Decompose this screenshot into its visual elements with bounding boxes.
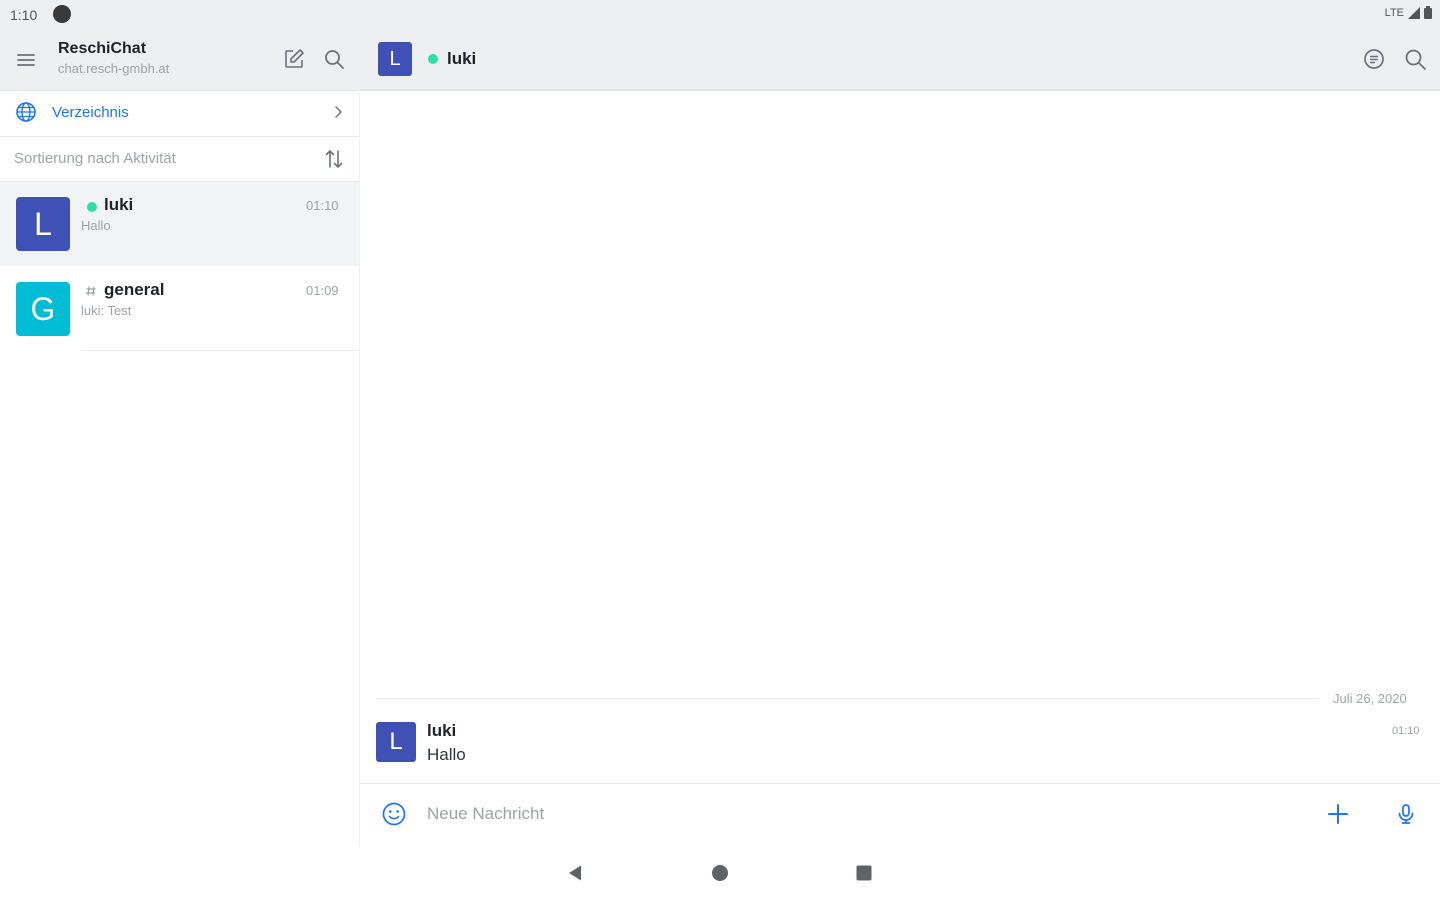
sort-icon[interactable]: [322, 147, 346, 171]
globe-icon: [16, 102, 36, 122]
nav-recent-icon[interactable]: [855, 864, 873, 882]
server-url: chat.resch-gmbh.at: [58, 61, 170, 76]
hamburger-icon[interactable]: [16, 50, 36, 70]
message-author[interactable]: luki: [427, 721, 456, 741]
nav-back-icon[interactable]: [566, 864, 584, 882]
network-type: LTE: [1384, 6, 1404, 19]
search-icon[interactable]: [1403, 47, 1427, 71]
chevron-right-icon: [335, 106, 343, 118]
room-name: luki: [104, 195, 134, 214]
date-separator: Juli 26, 2020: [1333, 691, 1407, 706]
room-title[interactable]: luki: [447, 49, 476, 69]
status-time: 1:10: [10, 7, 38, 23]
room-list-item[interactable]: G general luki: Test 01:09: [0, 267, 360, 351]
threads-icon[interactable]: [1362, 47, 1386, 71]
battery-icon: [1424, 6, 1432, 19]
app-notification-icon: [53, 5, 71, 23]
online-status-dot: [87, 202, 97, 212]
sidebar-header: [0, 30, 360, 91]
sort-label: Sortierung nach Aktivität: [14, 150, 176, 167]
room-time: 01:10: [306, 198, 339, 213]
online-status-dot: [428, 54, 438, 64]
signal-icon: [1408, 6, 1420, 19]
compose-icon[interactable]: [283, 48, 305, 70]
room-avatar: L: [16, 197, 70, 251]
server-name[interactable]: ReschiChat: [58, 40, 146, 58]
room-list-item[interactable]: L luki Hallo 01:10: [0, 182, 360, 266]
mic-icon[interactable]: [1394, 802, 1418, 826]
room-time: 01:09: [306, 283, 339, 298]
hashtag-icon: [86, 286, 96, 296]
status-indicators: LTE: [1385, 6, 1432, 19]
message-text[interactable]: Hallo: [427, 745, 466, 765]
message-input[interactable]: [420, 798, 1314, 830]
room-name: general: [104, 280, 165, 299]
plus-icon[interactable]: [1326, 802, 1350, 826]
room-avatar[interactable]: L: [378, 42, 412, 76]
list-divider: [81, 350, 360, 351]
search-icon[interactable]: [323, 48, 345, 70]
room-last-message: Hallo: [81, 218, 111, 233]
emoji-icon[interactable]: [381, 801, 407, 827]
pane-divider: [359, 90, 360, 850]
nav-home-icon[interactable]: [711, 864, 729, 882]
room-avatar: G: [16, 282, 70, 336]
status-bar: [0, 0, 1440, 30]
room-last-message: luki: Test: [81, 303, 132, 318]
message-avatar[interactable]: L: [376, 722, 416, 762]
directory-label[interactable]: Verzeichnis: [52, 104, 129, 121]
message-time: 01:10: [1392, 725, 1420, 737]
room-header: [360, 30, 1440, 91]
date-separator-line: [376, 698, 1318, 699]
